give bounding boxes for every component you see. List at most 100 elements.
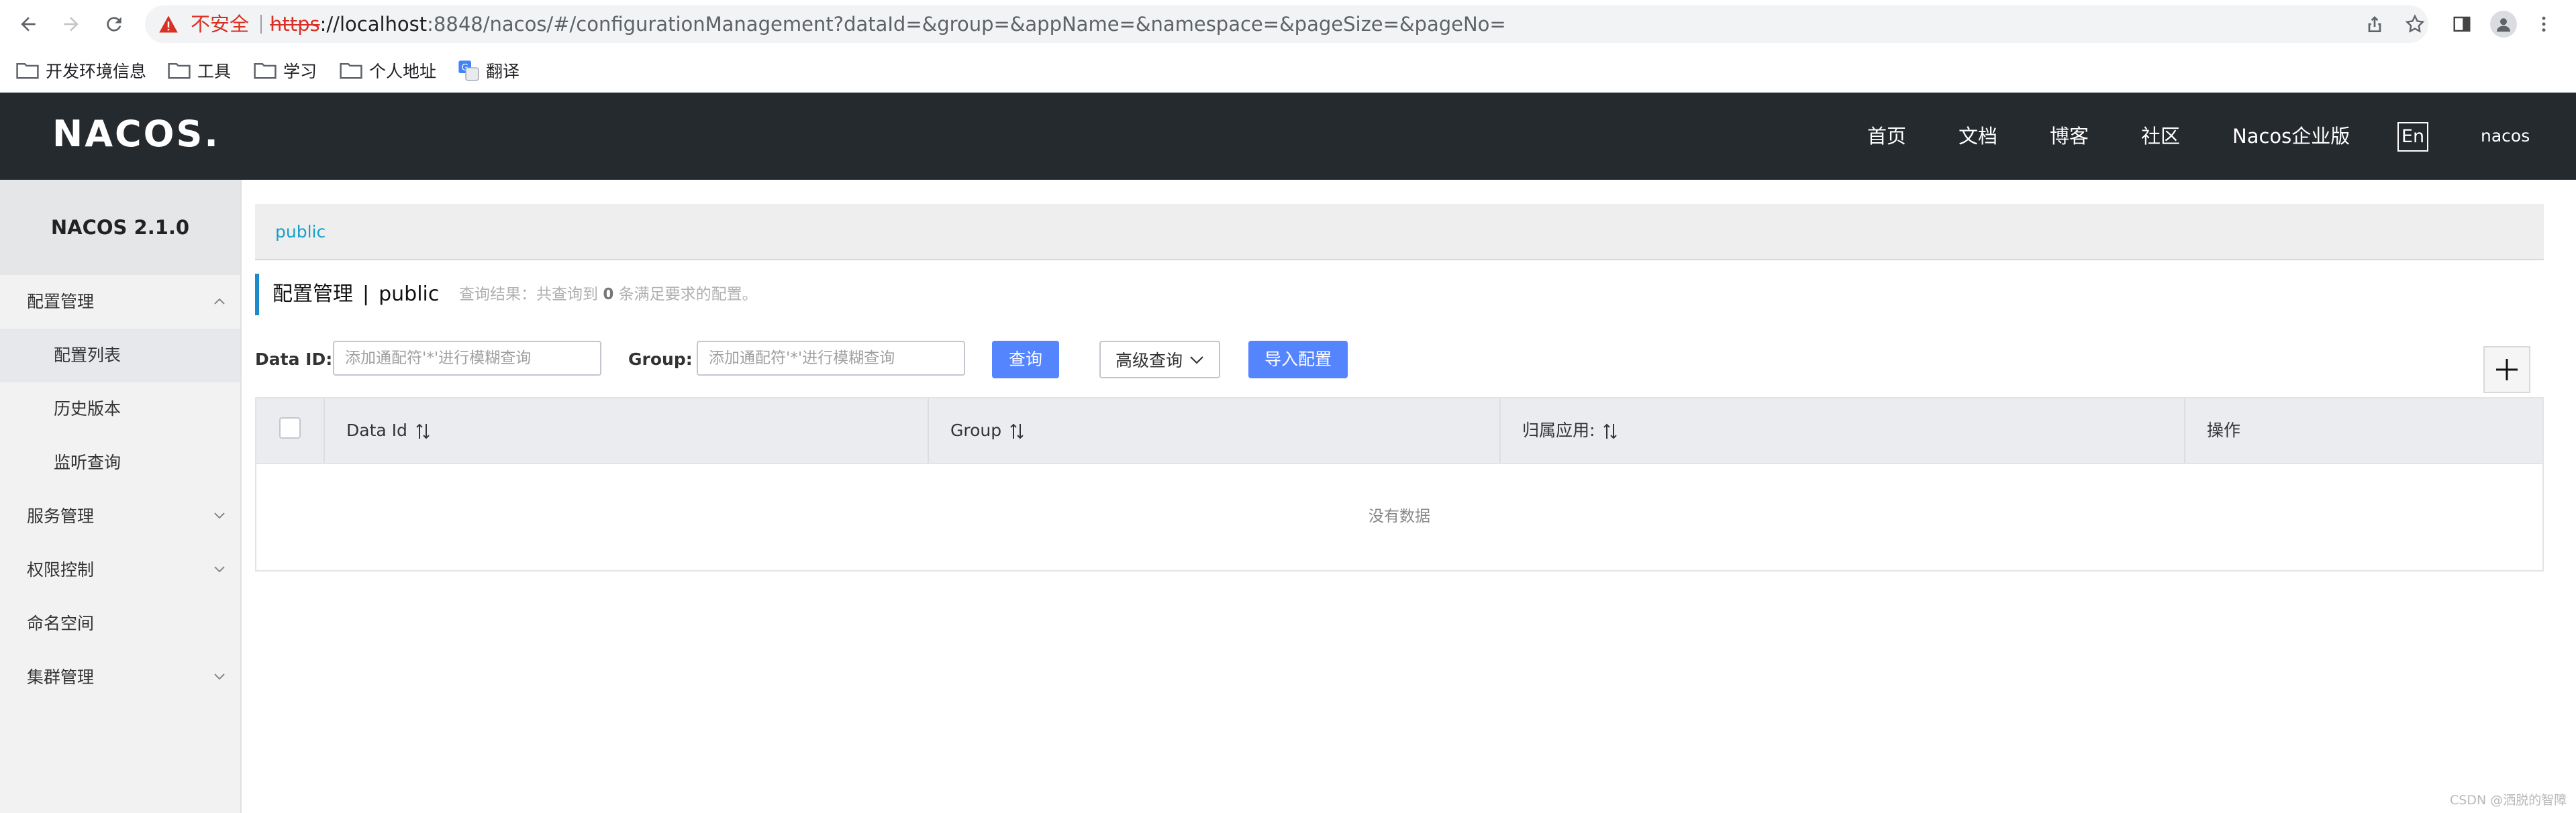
sidebar-item-service-management[interactable]: 服务管理	[0, 490, 240, 543]
url-text[interactable]: https://localhost:8848/nacos/#/configura…	[270, 5, 1506, 43]
sort-icon[interactable]	[1009, 423, 1024, 440]
address-bar[interactable]: 不安全 https://localhost:8848/nacos/#/confi…	[145, 5, 2428, 43]
arrow-left-icon	[21, 17, 36, 32]
kebab-menu-icon	[2542, 16, 2546, 32]
chevron-down-icon	[214, 512, 225, 519]
side-panel-icon	[2453, 16, 2471, 32]
sort-icon[interactable]	[415, 423, 430, 440]
bookmark-star-icon[interactable]	[2404, 13, 2426, 35]
import-config-button[interactable]: 导入配置	[1248, 341, 1348, 378]
bookmark-label: 翻译	[486, 62, 520, 81]
back-button[interactable]	[12, 8, 44, 40]
sidebar-item-label: 监听查询	[54, 453, 121, 472]
folder-icon	[168, 62, 191, 79]
bookmark-dev-env[interactable]: 开发环境信息	[16, 55, 146, 86]
nacos-logo[interactable]: NACOS.	[52, 113, 220, 155]
sidebar-item-label: 集群管理	[27, 667, 95, 687]
user-name[interactable]: nacos	[2481, 93, 2530, 180]
data-id-input[interactable]	[333, 341, 601, 376]
bookmark-tools[interactable]: 工具	[168, 55, 231, 86]
url-divider	[260, 15, 262, 34]
bookmark-label: 学习	[283, 62, 317, 81]
advanced-query-label: 高级查询	[1115, 351, 1183, 370]
title-accent-bar	[255, 274, 259, 315]
language-toggle-button[interactable]: En	[2397, 122, 2428, 152]
url-host: ://localhost	[319, 13, 428, 36]
sidebar-item-history[interactable]: 历史版本	[0, 382, 240, 436]
sidebar-item-label: 配置列表	[54, 345, 121, 365]
select-all-cell	[256, 398, 324, 463]
sidebar-item-label: 历史版本	[54, 399, 121, 419]
sidebar-item-listener-query[interactable]: 监听查询	[0, 436, 240, 490]
sidebar-version: NACOS 2.1.0	[0, 180, 240, 275]
folder-icon	[16, 62, 39, 79]
result-summary: 查询结果：共查询到 0 条满足要求的配置。	[459, 274, 758, 315]
profile-icon	[2497, 18, 2510, 32]
url-path: :8848/nacos/#/configurationManagement?da…	[427, 13, 1506, 36]
bookmark-label: 开发环境信息	[46, 62, 147, 81]
nav-blog[interactable]: 博客	[2050, 93, 2089, 180]
sidebar-item-cluster-management[interactable]: 集群管理	[0, 651, 240, 704]
arrow-right-icon	[64, 17, 79, 32]
bookmark-study[interactable]: 学习	[254, 55, 317, 86]
sidebar-item-label: 权限控制	[27, 560, 95, 580]
translate-icon: G	[458, 60, 479, 81]
select-all-checkbox[interactable]	[279, 417, 301, 439]
sidebar-item-access-control[interactable]: 权限控制	[0, 543, 240, 597]
column-label: 归属应用:	[1522, 421, 1595, 440]
table-header: Data Id Group 归属应用: 操作	[256, 398, 2542, 464]
group-label: Group:	[628, 349, 693, 369]
result-summary-suffix: 条满足要求的配置。	[618, 286, 758, 303]
reload-button[interactable]	[98, 8, 130, 40]
sidebar-item-config-list[interactable]: 配置列表	[0, 329, 240, 382]
data-id-label: Data ID:	[255, 349, 333, 369]
bookmark-translate[interactable]: G 翻译	[458, 55, 519, 86]
bookmark-label: 个人地址	[369, 62, 437, 81]
column-label: Data Id	[346, 421, 407, 440]
add-config-button[interactable]	[2483, 346, 2530, 393]
forward-button[interactable]	[55, 8, 87, 40]
reload-icon	[107, 17, 121, 32]
url-protocol: https	[270, 13, 320, 36]
config-table: Data Id Group 归属应用: 操作 没有数据	[255, 397, 2544, 572]
side-panel-button[interactable]	[2448, 11, 2475, 38]
nav-enterprise[interactable]: Nacos企业版	[2232, 93, 2350, 180]
browser-menu-button[interactable]	[2530, 11, 2557, 38]
sidebar-item-label: 命名空间	[27, 614, 95, 633]
namespace-tab-public[interactable]: public	[275, 204, 326, 260]
sidebar-item-config-management[interactable]: 配置管理	[0, 275, 240, 329]
chevron-down-icon	[1190, 356, 1203, 364]
nav-community[interactable]: 社区	[2141, 93, 2180, 180]
page-title-separator: |	[362, 282, 370, 306]
watermark: CSDN @洒脱的智障	[2450, 793, 2567, 808]
bookmark-label: 工具	[197, 62, 232, 81]
bookmark-personal[interactable]: 个人地址	[340, 55, 436, 86]
profile-button[interactable]	[2490, 11, 2517, 38]
query-button[interactable]: 查询	[992, 341, 1059, 378]
column-app-name[interactable]: 归属应用:	[1499, 398, 2184, 463]
sort-icon[interactable]	[1603, 423, 1618, 440]
page-title-namespace: public	[379, 282, 440, 306]
page-title-row: 配置管理 | public 查询结果：共查询到 0 条满足要求的配置。	[255, 274, 2544, 315]
column-label: Group	[950, 421, 1002, 440]
column-data-id[interactable]: Data Id	[324, 398, 928, 463]
column-actions: 操作	[2184, 398, 2542, 463]
group-input[interactable]	[697, 341, 965, 376]
plus-icon	[2496, 359, 2518, 380]
result-count: 0	[603, 286, 614, 303]
column-label: 操作	[2207, 421, 2241, 440]
advanced-query-button[interactable]: 高级查询	[1099, 341, 1220, 378]
browser-toolbar: 不安全 https://localhost:8848/nacos/#/confi…	[0, 0, 2576, 48]
share-icon[interactable]	[2364, 13, 2385, 35]
folder-icon	[340, 62, 362, 79]
column-group[interactable]: Group	[928, 398, 1499, 463]
nav-docs[interactable]: 文档	[1959, 93, 1997, 180]
sidebar-item-label: 服务管理	[27, 506, 95, 526]
sidebar-item-namespace[interactable]: 命名空间	[0, 597, 240, 651]
chevron-down-icon	[214, 566, 225, 573]
folder-icon	[254, 62, 277, 79]
nav-home[interactable]: 首页	[1867, 93, 1906, 180]
result-summary-prefix: 查询结果：共查询到	[459, 286, 598, 303]
sidebar-item-label: 配置管理	[27, 292, 95, 311]
chevron-down-icon	[214, 673, 225, 680]
